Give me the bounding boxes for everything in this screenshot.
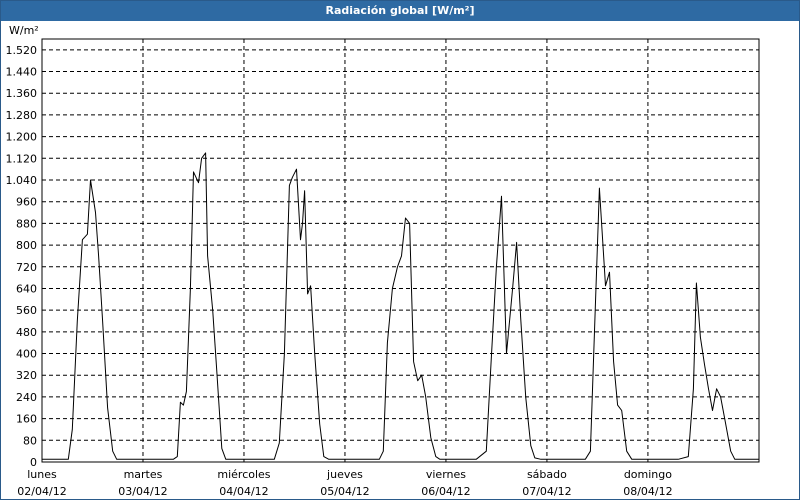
y-tick-label: 1.360 [6, 87, 38, 100]
y-tick-label: 800 [16, 239, 37, 252]
x-tick-date: 07/04/12 [522, 485, 571, 498]
y-tick-label: 1.200 [6, 131, 38, 144]
x-tick-date: 03/04/12 [118, 485, 167, 498]
y-tick-label: 400 [16, 348, 37, 361]
x-tick-weekday: viernes [426, 468, 466, 481]
x-tick-weekday: sábado [527, 468, 567, 481]
y-tick-label: 880 [16, 217, 37, 230]
y-axis: 0801602403204004805606407208008809601.04… [6, 44, 38, 469]
x-tick-date: 05/04/12 [320, 485, 369, 498]
radiation-line-chart: 0801602403204004805606407208008809601.04… [6, 24, 760, 498]
y-tick-label: 640 [16, 282, 37, 295]
y-tick-label: 960 [16, 196, 37, 209]
x-tick-date: 04/04/12 [219, 485, 268, 498]
y-tick-label: 1.520 [6, 44, 38, 57]
series-layer [42, 152, 759, 460]
plot-frame [41, 38, 760, 463]
y-tick-label: 720 [16, 261, 37, 274]
y-tick-label: 320 [16, 369, 37, 382]
x-axis: lunes 02/04/12 martes 03/04/12 miércoles 04/0… [17, 468, 672, 498]
y-axis-unit-label: W/m² [9, 24, 39, 37]
y-tick-label: 1.040 [6, 174, 38, 187]
y-tick-label: 1.280 [6, 109, 38, 122]
y-tick-label: 160 [16, 413, 37, 426]
y-tick-label: 560 [16, 304, 37, 317]
x-tick-weekday: miércoles [217, 468, 270, 481]
chart-window: Radiación global [W/m²] 0 80 160 240 320 400 4… [0, 0, 800, 500]
y-tick-label: 240 [16, 391, 37, 404]
x-tick-weekday: jueves [326, 468, 363, 481]
x-tick-weekday: domingo [624, 468, 672, 481]
y-tick-label: 80 [23, 434, 37, 447]
x-tick-weekday: martes [124, 468, 163, 481]
x-tick-date: 02/04/12 [17, 485, 66, 498]
y-tick-label: 480 [16, 326, 37, 339]
series-line-radiation [42, 152, 759, 460]
y-tick-label: 1.440 [6, 66, 38, 79]
x-tick-date: 06/04/12 [421, 485, 470, 498]
x-tick-weekday: lunes [27, 468, 57, 481]
y-tick-label: 1.120 [6, 152, 38, 165]
grid-lines [42, 39, 759, 462]
window-title: Radiación global [W/m²] [1, 1, 799, 21]
x-tick-date: 08/04/12 [623, 485, 672, 498]
